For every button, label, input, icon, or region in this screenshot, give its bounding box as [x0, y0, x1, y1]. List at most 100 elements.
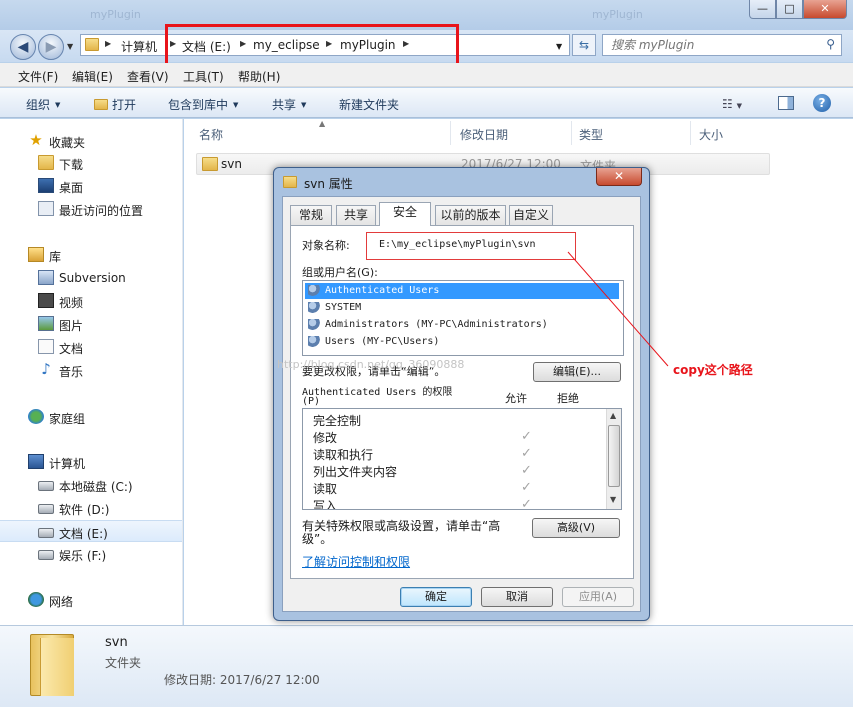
user-name: Administrators (MY-PC\Administrators): [325, 319, 548, 330]
sidebar-item-downloads[interactable]: 下载: [0, 152, 182, 174]
sidebar-item-drive-c[interactable]: 本地磁盘 (C:): [0, 474, 182, 496]
tab-general[interactable]: 常规: [290, 205, 332, 225]
learn-access-control-link[interactable]: 了解访问控制和权限: [302, 553, 410, 570]
sidebar-item-drive-e[interactable]: 文档 (E:): [0, 520, 182, 542]
help-icon[interactable]: ?: [813, 94, 831, 112]
edit-button[interactable]: 编辑(E)...: [533, 362, 621, 382]
folder-icon: [85, 38, 99, 51]
watermark: http://blog.csdn.net/qq_36090888: [277, 358, 465, 371]
sidebar-item-homegroup[interactable]: 家庭组: [0, 406, 182, 428]
column-header-type[interactable]: 类型: [579, 126, 603, 143]
share-button[interactable]: 共享 ▼: [272, 96, 306, 113]
include-library-button[interactable]: 包含到库中 ▼: [168, 96, 238, 113]
sidebar-item-favorites[interactable]: ★ 收藏夹: [0, 130, 182, 152]
column-header-modified[interactable]: 修改日期: [460, 126, 508, 143]
allow-check-icon: ✓: [521, 446, 532, 461]
downloads-folder-icon: [38, 155, 54, 170]
sidebar-item-libraries[interactable]: 库: [0, 244, 182, 266]
search-input[interactable]: [611, 36, 821, 54]
sidebar-item-pictures[interactable]: 图片: [0, 313, 182, 335]
sidebar-item-label: Subversion: [59, 271, 126, 285]
sidebar-item-desktop[interactable]: 桌面: [0, 175, 182, 197]
sidebar-item-drive-f[interactable]: 娱乐 (F:): [0, 543, 182, 565]
sidebar-item-label: 库: [49, 250, 62, 264]
menu-edit[interactable]: 编辑(E): [72, 68, 113, 85]
desktop-icon: [38, 178, 54, 193]
column-header-name[interactable]: 名称: [199, 126, 223, 143]
folder-icon: [202, 157, 218, 171]
scroll-thumb[interactable]: [608, 425, 620, 487]
users-icon: [308, 302, 321, 314]
sidebar-item-label: 视频: [59, 296, 84, 310]
menu-bar: 文件(F) 编辑(E) 查看(V) 工具(T) 帮助(H): [0, 63, 853, 87]
column-divider[interactable]: [450, 121, 451, 145]
scroll-down-icon[interactable]: ▼: [610, 495, 616, 504]
menu-view[interactable]: 查看(V): [127, 68, 169, 85]
ok-button[interactable]: 确定: [400, 587, 472, 607]
preview-pane-icon[interactable]: [778, 96, 794, 110]
cancel-button[interactable]: 取消: [481, 587, 553, 607]
open-button[interactable]: 打开: [94, 96, 136, 113]
history-dropdown-icon[interactable]: ▼: [67, 42, 73, 51]
minimize-button[interactable]: —: [749, 0, 776, 19]
forward-button[interactable]: ▶: [38, 34, 64, 60]
advanced-button[interactable]: 高级(V): [532, 518, 620, 538]
chevron-right-icon[interactable]: ▶: [105, 39, 111, 48]
user-list[interactable]: Authenticated Users SYSTEM Administrator…: [302, 280, 624, 356]
list-item[interactable]: Authenticated Users: [305, 283, 619, 299]
sidebar-item-computer[interactable]: 计算机: [0, 451, 182, 473]
allow-check-icon: ✓: [521, 480, 532, 495]
permission-list[interactable]: 完全控制 修改 ✓ 读取和执行 ✓ 列出文件夹内容 ✓ 读取 ✓ 写入 ✓ ▲ …: [302, 408, 622, 510]
new-folder-button[interactable]: 新建文件夹: [339, 96, 399, 113]
list-item[interactable]: Administrators (MY-PC\Administrators): [305, 317, 619, 333]
sidebar-item-label: 家庭组: [49, 412, 86, 426]
file-name: svn: [221, 157, 242, 171]
sidebar-item-music[interactable]: ♪ 音乐: [0, 359, 182, 381]
sidebar-item-label: 网络: [49, 595, 74, 609]
permission-name: 完全控制: [313, 414, 362, 428]
view-options-icon[interactable]: ☷ ▼: [722, 97, 742, 111]
tab-previous-versions[interactable]: 以前的版本: [435, 205, 506, 225]
menu-help[interactable]: 帮助(H): [238, 68, 280, 85]
sidebar-item-subversion[interactable]: Subversion: [0, 267, 182, 289]
permission-name: 读取: [313, 482, 338, 496]
list-item[interactable]: SYSTEM: [305, 300, 619, 316]
sidebar-item-drive-d[interactable]: 软件 (D:): [0, 497, 182, 519]
tab-sharing[interactable]: 共享: [336, 205, 376, 225]
dialog-close-button[interactable]: ✕: [596, 168, 642, 186]
security-panel: 对象名称: E:\my_eclipse\myPlugin\svn 组或用户名(G…: [290, 225, 634, 579]
maximize-button[interactable]: □: [776, 0, 803, 19]
search-box[interactable]: ⚲: [602, 34, 842, 56]
sidebar-item-videos[interactable]: 视频: [0, 290, 182, 312]
scroll-up-icon[interactable]: ▲: [610, 411, 616, 420]
sidebar-item-recent[interactable]: 最近访问的位置: [0, 198, 182, 220]
list-item[interactable]: Users (MY-PC\Users): [305, 334, 619, 350]
column-header-size[interactable]: 大小: [699, 126, 723, 143]
sidebar-item-documents[interactable]: 文档: [0, 336, 182, 358]
sidebar-item-label: 本地磁盘 (C:): [59, 480, 133, 494]
tab-security[interactable]: 安全: [379, 202, 431, 226]
details-pane: svn 文件夹 修改日期: 2017/6/27 12:00: [0, 625, 853, 707]
group-user-label: 组或用户名(G):: [302, 266, 378, 279]
breadcrumb-computer[interactable]: 计算机: [121, 38, 157, 55]
refresh-button[interactable]: ⇆: [572, 34, 596, 56]
sidebar-item-label: 软件 (D:): [59, 503, 110, 517]
permission-row: 读取 ✓: [313, 480, 603, 497]
menu-tools[interactable]: 工具(T): [183, 68, 224, 85]
column-divider[interactable]: [571, 121, 572, 145]
column-divider[interactable]: [690, 121, 691, 145]
close-button[interactable]: ✕: [803, 0, 847, 19]
search-icon[interactable]: ⚲: [826, 37, 835, 51]
sidebar-item-label: 计算机: [49, 457, 86, 471]
apply-button[interactable]: 应用(A): [562, 587, 634, 607]
allow-check-icon: ✓: [521, 429, 532, 444]
back-button[interactable]: ◀: [10, 34, 36, 60]
sidebar-item-label: 最近访问的位置: [59, 204, 144, 218]
share-label: 共享: [272, 98, 297, 112]
menu-file[interactable]: 文件(F): [18, 68, 58, 85]
permission-scrollbar[interactable]: ▲ ▼: [606, 409, 621, 509]
address-dropdown-icon[interactable]: ▼: [556, 42, 562, 51]
tab-customize[interactable]: 自定义: [509, 205, 553, 225]
sidebar-item-network[interactable]: 网络: [0, 589, 182, 611]
organize-button[interactable]: 组织 ▼: [26, 96, 60, 113]
